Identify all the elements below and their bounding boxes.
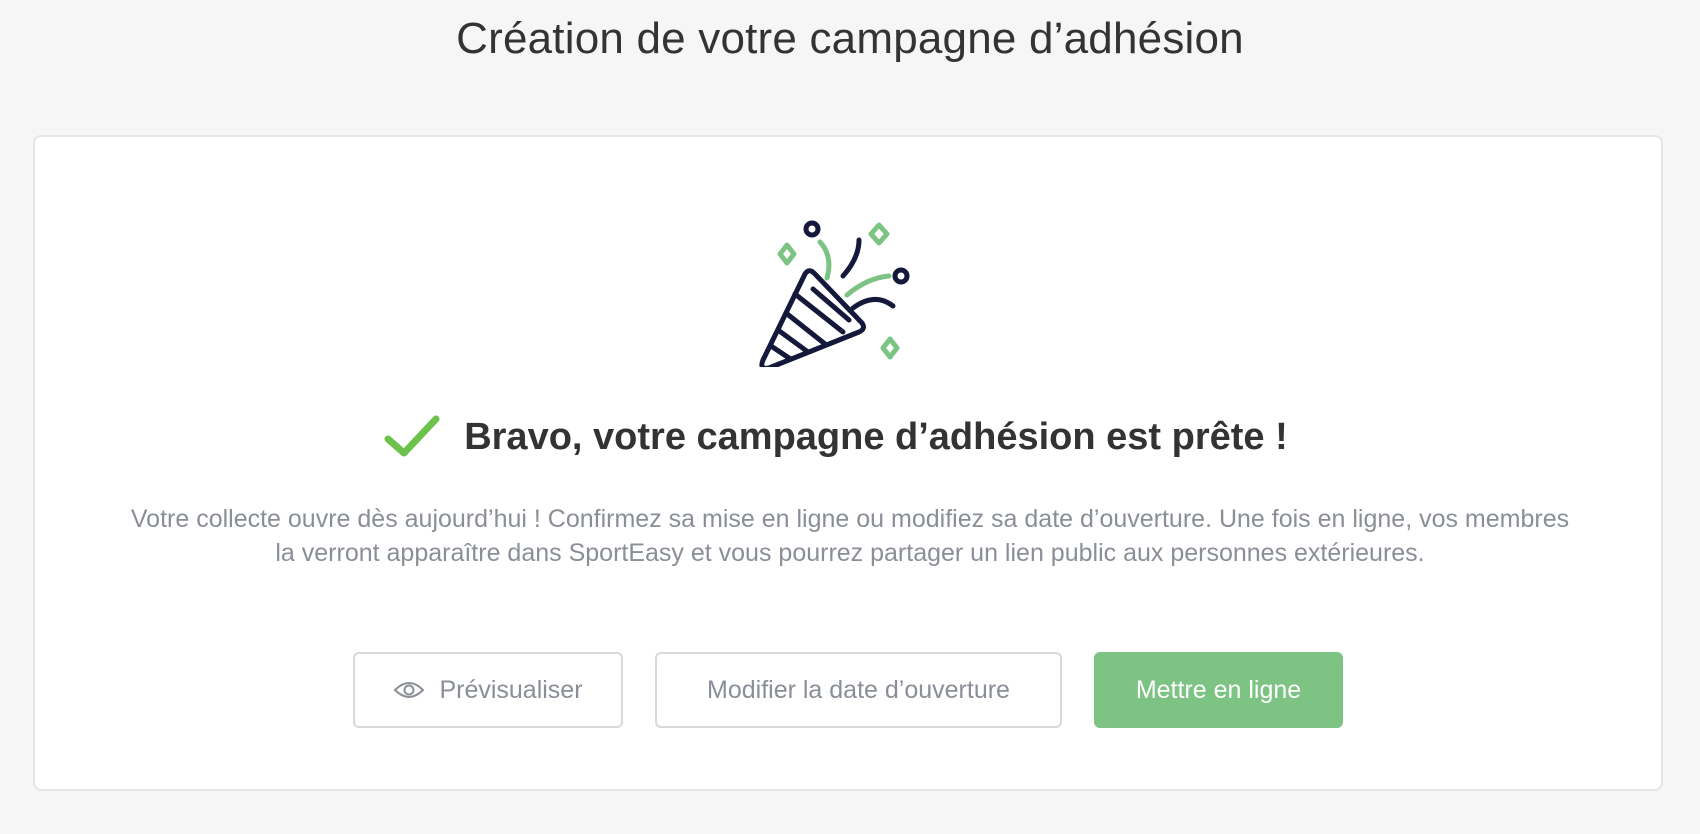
check-icon [384,415,440,457]
success-description: Votre collecte ouvre dès aujourd’hui ! C… [130,505,1570,567]
action-buttons: Prévisualiser Modifier la date d’ouvertu… [35,652,1661,728]
change-opening-date-button[interactable]: Modifier la date d’ouverture [655,652,1062,728]
change-opening-date-label: Modifier la date d’ouverture [707,675,1010,704]
page-title: Création de votre campagne d’adhésion [456,14,1244,63]
success-heading-row: Bravo, votre campagne d’adhésion est prê… [35,415,1661,459]
success-title: Bravo, votre campagne d’adhésion est prê… [464,415,1288,458]
publish-button[interactable]: Mettre en ligne [1094,652,1343,728]
publish-button-label: Mettre en ligne [1135,675,1302,704]
eye-icon [394,682,425,698]
preview-button-label: Prévisualiser [439,675,583,704]
preview-button[interactable]: Prévisualiser [353,652,623,728]
success-card: Bravo, votre campagne d’adhésion est prê… [33,135,1663,791]
party-popper-icon [759,220,910,367]
